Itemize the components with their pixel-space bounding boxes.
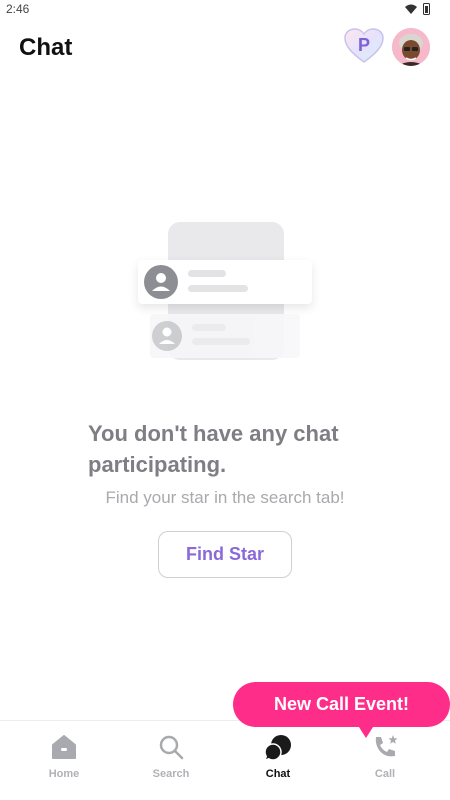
battery-icon (423, 3, 430, 15)
nav-label-call: Call (374, 768, 396, 780)
status-time: 2:46 (6, 2, 30, 16)
bottom-nav: Home Search Chat Call (0, 720, 450, 800)
new-call-event-banner[interactable]: New Call Event! (233, 682, 450, 727)
status-bar: 2:46 (0, 0, 450, 20)
app-header: Chat P (0, 28, 450, 68)
illustration-card-top (138, 260, 312, 304)
page-title: Chat (19, 34, 73, 61)
illustration-line (188, 270, 226, 277)
find-star-button[interactable]: Find Star (158, 531, 292, 578)
illustration-line (188, 285, 248, 292)
premium-heart-badge[interactable]: P (344, 28, 384, 64)
status-icons (405, 3, 430, 15)
user-icon (152, 321, 182, 351)
avatar-image (392, 28, 430, 66)
nav-item-chat[interactable]: Chat (224, 721, 332, 800)
nav-item-home[interactable]: Home (10, 721, 118, 800)
nav-label-search: Search (152, 768, 190, 780)
empty-chat-illustration (138, 220, 314, 370)
banner-tail (357, 724, 375, 738)
nav-label-chat: Chat (265, 768, 291, 780)
empty-state-title: You don't have any chat participating. (88, 421, 339, 477)
search-icon (159, 735, 184, 760)
profile-avatar[interactable] (392, 28, 430, 66)
call-star-icon (375, 735, 398, 757)
user-icon (144, 265, 178, 299)
home-icon (52, 735, 76, 759)
wifi-icon (405, 4, 417, 14)
illustration-line (192, 324, 226, 331)
empty-state-subtitle: Find your star in the search tab! (105, 488, 345, 507)
illustration-card-bottom (150, 314, 300, 358)
nav-item-search[interactable]: Search (117, 721, 225, 800)
illustration-line (192, 338, 250, 345)
nav-item-call[interactable]: Call (331, 721, 439, 800)
nav-label-home: Home (48, 768, 80, 780)
chat-icon (264, 735, 291, 761)
premium-letter: P (357, 35, 370, 55)
